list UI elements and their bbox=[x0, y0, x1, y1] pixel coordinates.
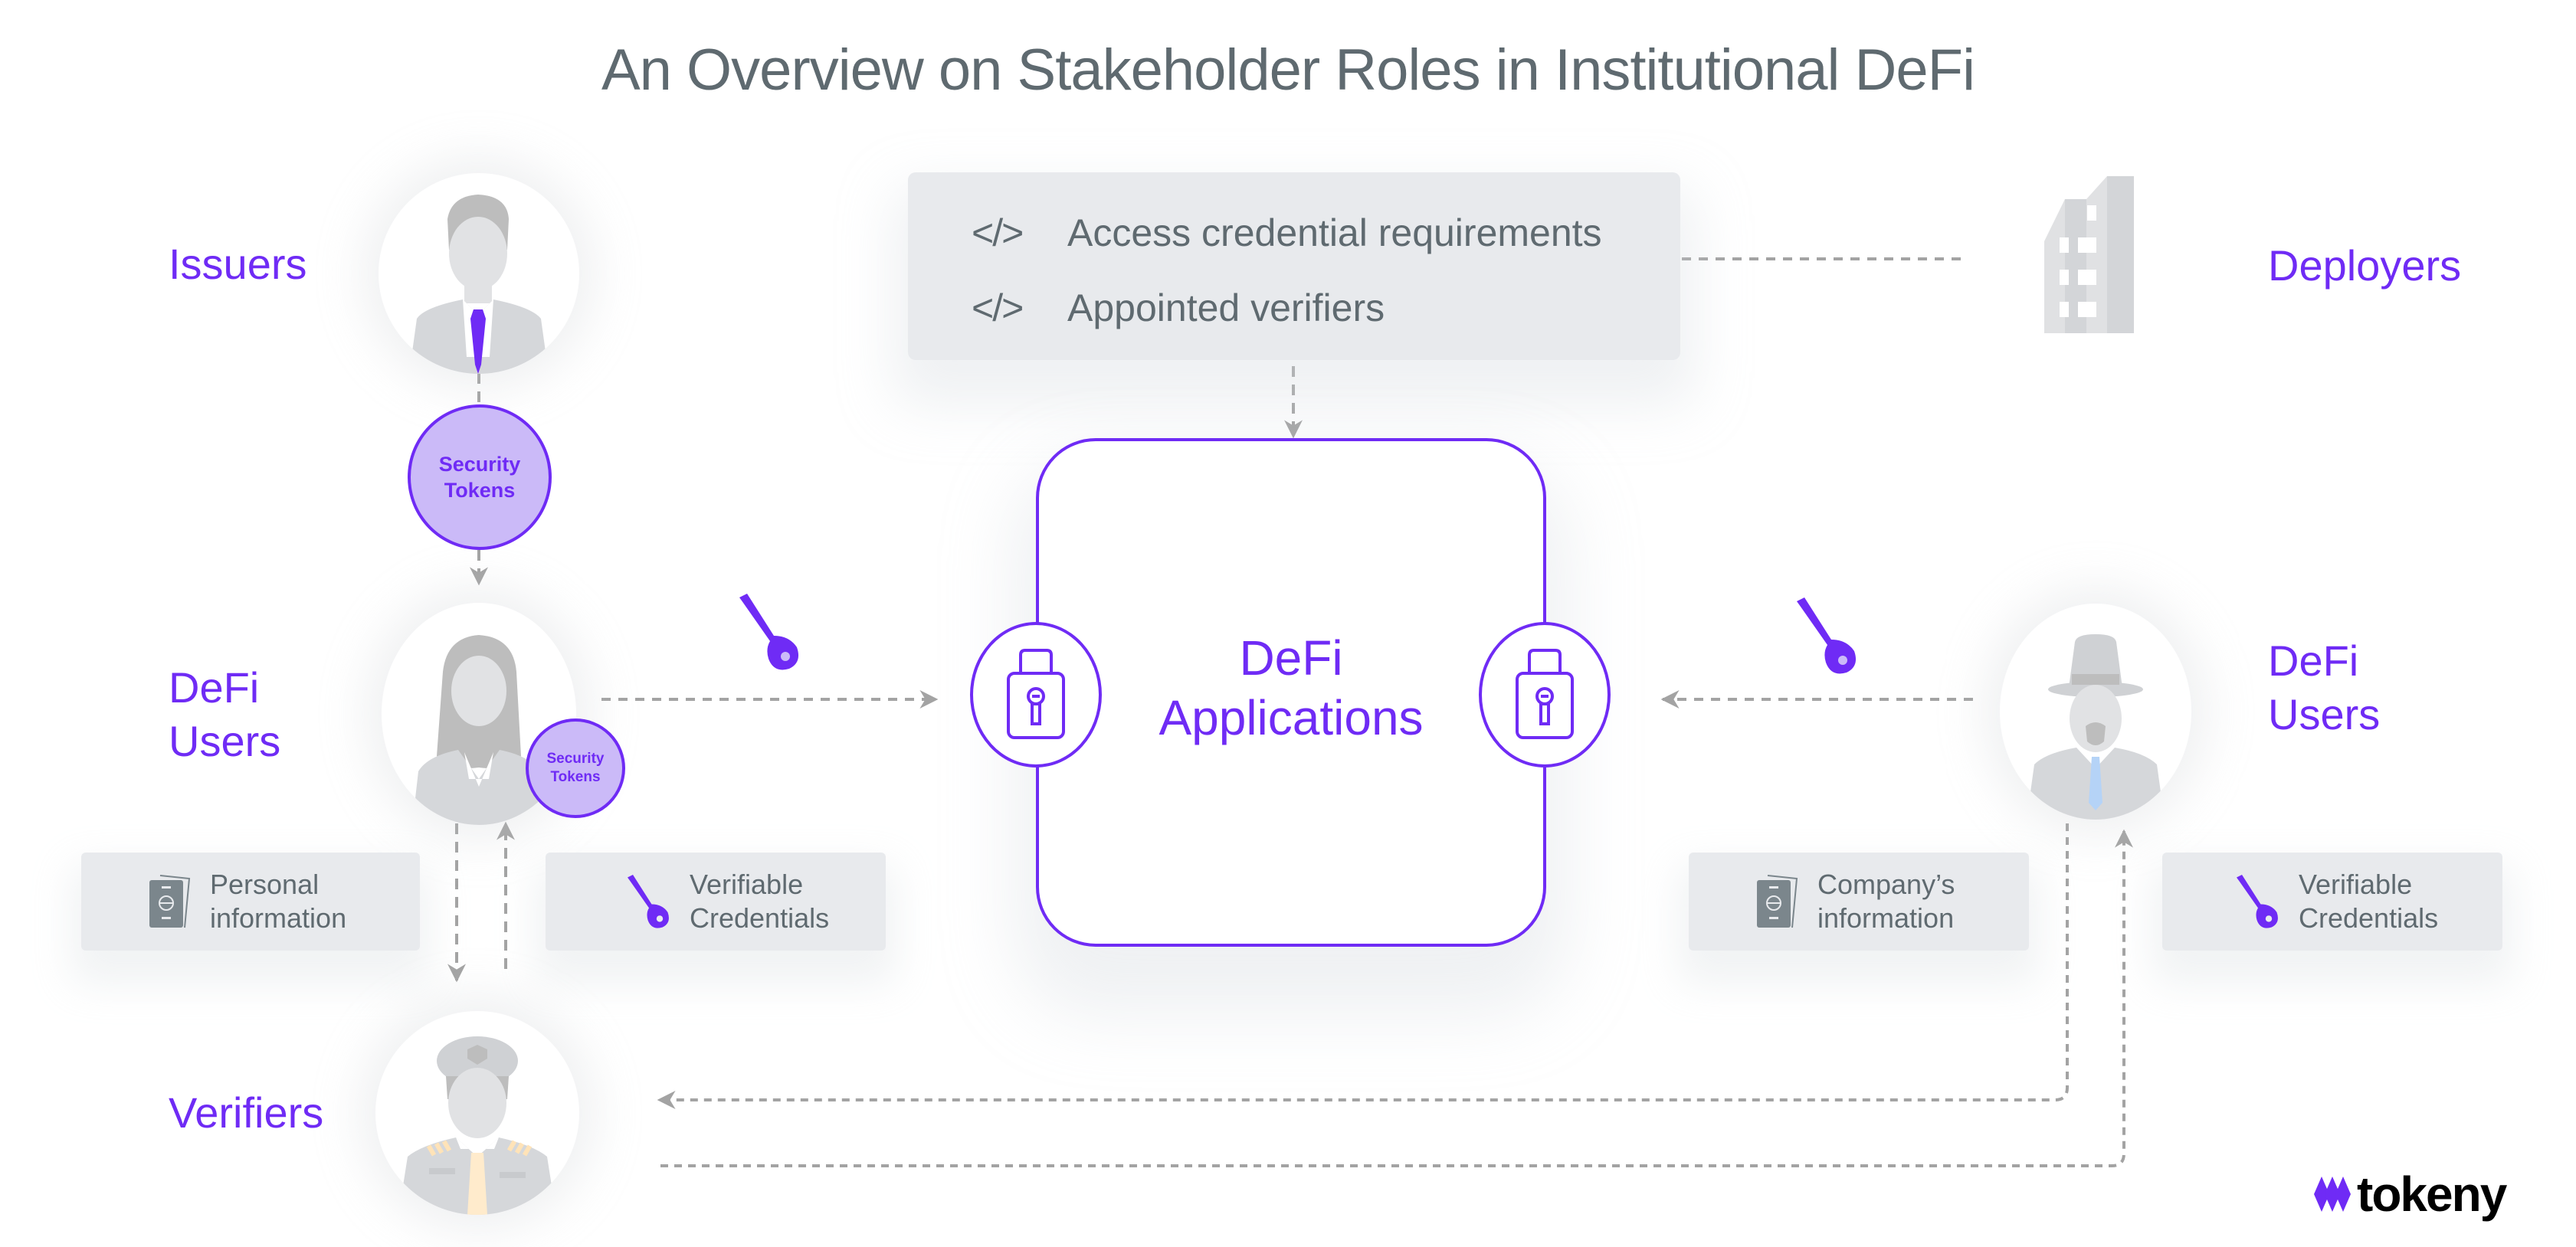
officer-icon bbox=[398, 1036, 556, 1215]
verifiable-credentials-right-line1: Verifiable bbox=[2299, 869, 2413, 900]
key-icon bbox=[739, 594, 799, 670]
requirement-label: Appointed verifiers bbox=[1067, 286, 1385, 329]
security-tokens-line1: Security bbox=[438, 453, 521, 476]
defi-users-left-line2: Users bbox=[169, 717, 281, 765]
requirement-label: Access credential requirements bbox=[1067, 211, 1602, 254]
passport-icon bbox=[1757, 875, 1798, 928]
security-tokens-badge: Security Tokens bbox=[408, 404, 552, 550]
defi-applications-line1: DeFi bbox=[1239, 630, 1343, 686]
key-icon bbox=[1797, 597, 1857, 674]
personal-information-line1: Personal bbox=[210, 869, 320, 900]
defi-users-right-line1: DeFi bbox=[2268, 637, 2359, 685]
defi-users-left-line1: DeFi bbox=[169, 663, 260, 712]
security-tokens-small-badge: Security Tokens bbox=[526, 718, 625, 818]
defi-applications-label: DeFi Applications bbox=[1036, 628, 1546, 748]
company-information-line1: Company’s bbox=[1817, 869, 1955, 900]
security-tokens-small-line1: Security bbox=[546, 751, 605, 767]
requirement-item: </> Appointed verifiers bbox=[972, 286, 1385, 330]
verifiable-credentials-right-line2: Credentials bbox=[2299, 902, 2439, 934]
defi-user-detective-avatar bbox=[2000, 604, 2191, 820]
key-icon bbox=[628, 875, 669, 928]
defi-users-right-label: DeFi Users bbox=[2268, 634, 2380, 741]
code-icon: </> bbox=[972, 286, 1024, 329]
requirement-item: </> Access credential requirements bbox=[972, 211, 1602, 255]
page-title: An Overview on Stakeholder Roles in Inst… bbox=[601, 38, 1975, 103]
key-icon bbox=[2237, 875, 2278, 928]
verifiers-label: Verifiers bbox=[169, 1088, 324, 1137]
detective-icon bbox=[2027, 634, 2165, 820]
personal-information-line2: information bbox=[210, 902, 347, 934]
personal-information-box: Personal information bbox=[81, 853, 420, 951]
defi-users-left-label: DeFi Users bbox=[169, 661, 280, 768]
tokeny-wordmark: tokeny bbox=[2357, 1167, 2507, 1222]
verifiable-credentials-right-box: Verifiable Credentials bbox=[2162, 853, 2502, 951]
company-information-line2: information bbox=[1817, 902, 1955, 934]
requirements-panel: </> Access credential requirements </> A… bbox=[908, 172, 1680, 360]
left-lock-gate bbox=[970, 622, 1102, 768]
code-icon: </> bbox=[972, 211, 1024, 254]
tokeny-logo-icon bbox=[2314, 1177, 2351, 1212]
businessman-icon bbox=[409, 195, 549, 374]
defi-users-right-line2: Users bbox=[2268, 690, 2381, 738]
deployers-label: Deployers bbox=[2268, 241, 2462, 290]
security-tokens-line2: Tokens bbox=[444, 479, 516, 502]
verifier-avatar bbox=[375, 1011, 579, 1215]
tokeny-logo: tokeny bbox=[2314, 1166, 2507, 1222]
issuers-label: Issuers bbox=[169, 240, 307, 288]
company-information-box: Company’s information bbox=[1689, 853, 2029, 951]
verifiable-credentials-left-box: Verifiable Credentials bbox=[546, 853, 886, 951]
passport-icon bbox=[149, 875, 191, 928]
defi-applications-line2: Applications bbox=[1159, 690, 1424, 745]
padlock-icon bbox=[1516, 649, 1574, 739]
building-icon bbox=[2044, 176, 2134, 333]
issuer-avatar bbox=[379, 173, 579, 374]
security-tokens-small-line2: Tokens bbox=[550, 769, 601, 785]
verifiable-credentials-left-line2: Credentials bbox=[690, 902, 830, 934]
verifiable-credentials-left-line1: Verifiable bbox=[690, 869, 804, 900]
right-lock-gate bbox=[1479, 622, 1611, 768]
padlock-icon bbox=[1007, 649, 1065, 739]
